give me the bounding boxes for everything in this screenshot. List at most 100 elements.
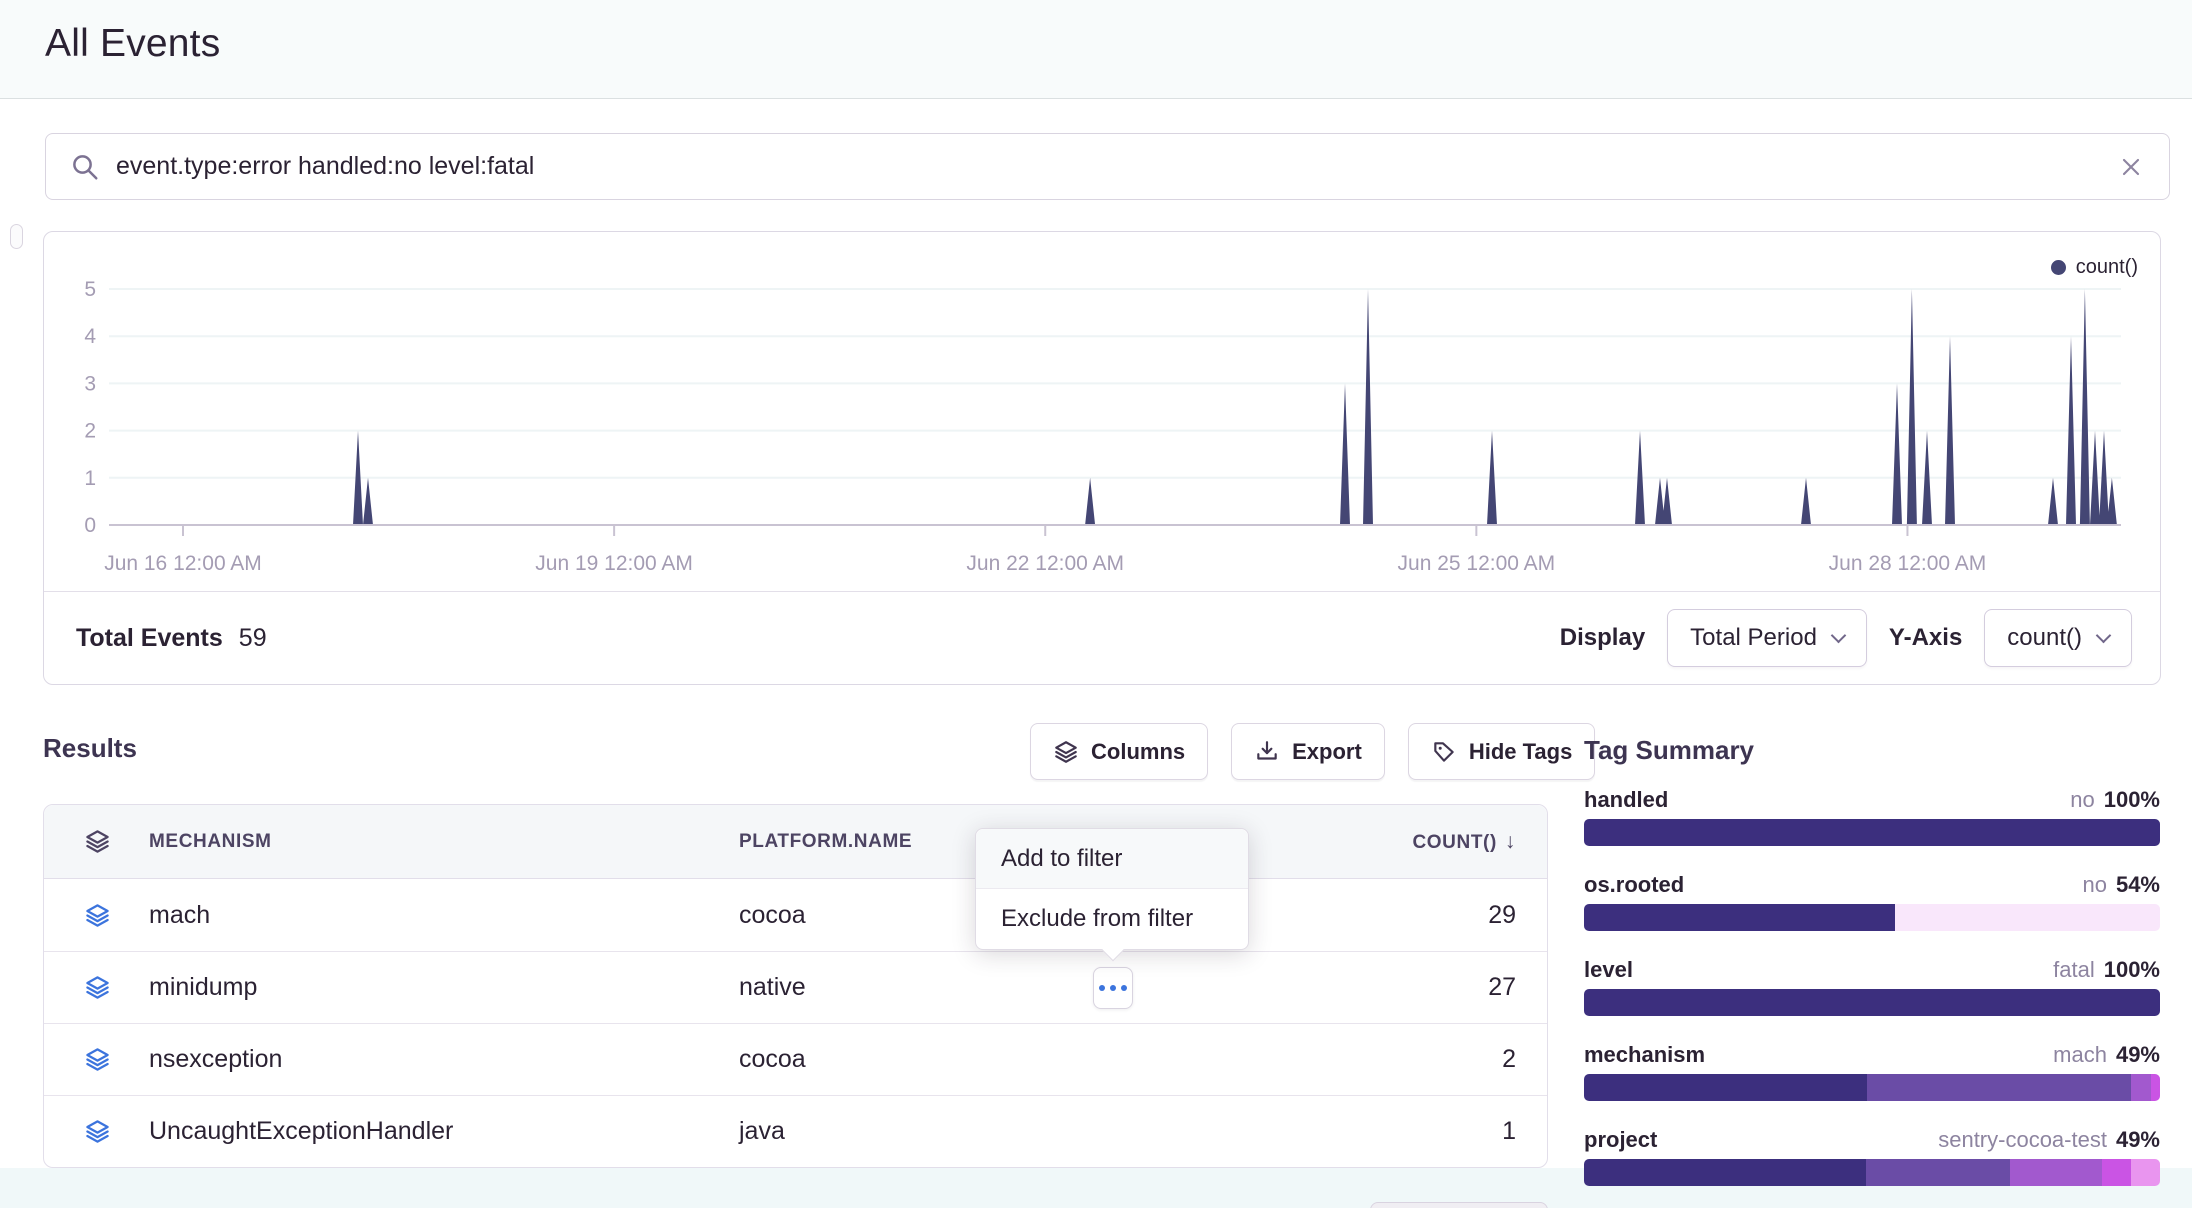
tag-top-value: no	[2070, 787, 2094, 813]
clear-search-icon[interactable]	[2117, 153, 2145, 181]
tag-name: mechanism	[1584, 1042, 1705, 1068]
table-row: UncaughtExceptionHandler java 1	[44, 1095, 1547, 1167]
svg-text:1: 1	[84, 467, 96, 490]
tag-top-percent: 100%	[2104, 787, 2160, 813]
ellipsis-icon	[1099, 985, 1105, 991]
cell-count: 1	[1139, 1117, 1547, 1146]
display-dropdown[interactable]: Total Period	[1667, 609, 1867, 667]
cell-platform: cocoa	[739, 1045, 1139, 1074]
cell-count: 2	[1139, 1045, 1547, 1074]
total-events-label: Total Events	[76, 624, 223, 653]
tag-distribution-bar[interactable]	[1584, 989, 2160, 1016]
sort-descending-icon: ↓	[1505, 830, 1516, 853]
tag-distribution-bar[interactable]	[1584, 1159, 2160, 1186]
chevron-down-icon	[2096, 627, 2112, 643]
svg-text:Jun 22 12:00 AM: Jun 22 12:00 AM	[966, 552, 1124, 575]
results-table-header: MECHANISM PLATFORM.NAME COUNT()↓	[44, 805, 1547, 879]
svg-text:5: 5	[84, 278, 96, 301]
svg-text:Jun 25 12:00 AM: Jun 25 12:00 AM	[1398, 552, 1556, 575]
tag-name: project	[1584, 1127, 1657, 1153]
tag-name: os.rooted	[1584, 872, 1684, 898]
tag-row-project: project sentry-cocoa-test 49%	[1584, 1127, 2160, 1186]
tag-name: handled	[1584, 787, 1668, 813]
search-bar	[45, 133, 2170, 200]
cell-actions-button[interactable]	[1093, 967, 1133, 1009]
results-table: MECHANISM PLATFORM.NAME COUNT()↓ mach co…	[43, 804, 1548, 1168]
tag-top-percent: 100%	[2104, 957, 2160, 983]
svg-text:2: 2	[84, 420, 96, 443]
svg-text:Jun 19 12:00 AM: Jun 19 12:00 AM	[535, 552, 693, 575]
legend-series-dot-icon	[2051, 260, 2066, 275]
cell-actions-menu: Add to filter Exclude from filter	[975, 828, 1249, 950]
tag-row-mechanism: mechanism mach 49%	[1584, 1042, 2160, 1101]
all-events-page: All Events 0 1 2 3 4 5 Jun 16 12:00 AM Jun 19 1…	[0, 0, 2192, 1208]
download-icon	[1254, 739, 1280, 765]
tag-row-level: level fatal 100%	[1584, 957, 2160, 1016]
hide-tags-button-label: Hide Tags	[1469, 739, 1573, 765]
tag-top-percent: 54%	[2116, 872, 2160, 898]
search-input[interactable]	[116, 152, 2117, 181]
events-time-series-chart[interactable]: 0 1 2 3 4 5 Jun 16 12:00 AM Jun 19 12:00 AM Jun …	[44, 232, 2160, 582]
columns-button-label: Columns	[1091, 739, 1185, 765]
export-button[interactable]: Export	[1231, 723, 1385, 780]
tag-row-handled: handled no 100%	[1584, 787, 2160, 846]
search-icon	[70, 152, 100, 182]
svg-text:0: 0	[84, 514, 96, 537]
total-events-value: 59	[239, 624, 267, 653]
cell-mechanism: UncaughtExceptionHandler	[149, 1117, 739, 1146]
header-stack-icon[interactable]	[44, 828, 149, 855]
row-stack-icon[interactable]	[44, 1118, 149, 1145]
events-chart-panel: 0 1 2 3 4 5 Jun 16 12:00 AM Jun 19 12:00 AM Jun …	[43, 231, 2161, 685]
row-stack-icon[interactable]	[44, 974, 149, 1001]
page-header: All Events	[0, 0, 2192, 99]
tag-distribution-bar[interactable]	[1584, 1074, 2160, 1101]
yaxis-dropdown-value: count()	[2007, 624, 2082, 652]
page-title: All Events	[45, 22, 220, 66]
chart-legend[interactable]: count()	[2051, 256, 2138, 279]
row-stack-icon[interactable]	[44, 902, 149, 929]
tag-top-value: no	[2082, 872, 2106, 898]
column-header-mechanism[interactable]: MECHANISM	[149, 831, 739, 853]
export-button-label: Export	[1292, 739, 1362, 765]
tag-summary-heading: Tag Summary	[1584, 735, 2160, 766]
chevron-down-icon	[1831, 627, 1847, 643]
cell-mechanism: mach	[149, 901, 739, 930]
chart-footer: Total Events 59 Display Total Period Y-A…	[44, 591, 2160, 684]
hide-tags-button[interactable]: Hide Tags	[1408, 723, 1596, 780]
tag-top-value: mach	[2053, 1042, 2107, 1068]
row-stack-icon[interactable]	[44, 1046, 149, 1073]
svg-text:Jun 16 12:00 AM: Jun 16 12:00 AM	[104, 552, 262, 575]
table-row: mach cocoa 29	[44, 879, 1547, 951]
svg-text:Jun 28 12:00 AM: Jun 28 12:00 AM	[1829, 552, 1987, 575]
tag-top-percent: 49%	[2116, 1042, 2160, 1068]
legend-series-label: count()	[2076, 256, 2138, 279]
display-dropdown-value: Total Period	[1690, 624, 1817, 652]
tag-top-value: sentry-cocoa-test	[1938, 1127, 2107, 1153]
cell-platform: java	[739, 1117, 1139, 1146]
yaxis-label: Y-Axis	[1889, 624, 1962, 652]
pagination-buttons-partial[interactable]	[1370, 1202, 1548, 1208]
tag-row-os-rooted: os.rooted no 54%	[1584, 872, 2160, 931]
panel-drag-handle[interactable]	[10, 224, 23, 249]
tag-top-value: fatal	[2053, 957, 2095, 983]
columns-button[interactable]: Columns	[1030, 723, 1208, 780]
cell-platform: native	[739, 973, 1139, 1002]
svg-text:3: 3	[84, 372, 96, 395]
chart-controls: Display Total Period Y-Axis count()	[1560, 609, 2132, 667]
results-heading: Results	[43, 733, 137, 764]
cell-count: 27	[1139, 973, 1547, 1002]
cell-mechanism: minidump	[149, 973, 739, 1002]
tag-top-percent: 49%	[2116, 1127, 2160, 1153]
tag-icon	[1431, 739, 1457, 765]
display-label: Display	[1560, 624, 1645, 652]
tag-name: level	[1584, 957, 1633, 983]
svg-text:4: 4	[84, 325, 96, 348]
stack-icon	[1053, 739, 1079, 765]
tag-distribution-bar[interactable]	[1584, 819, 2160, 846]
total-events: Total Events 59	[76, 624, 267, 653]
tag-distribution-bar[interactable]	[1584, 904, 2160, 931]
yaxis-dropdown[interactable]: count()	[1984, 609, 2132, 667]
tag-summary: Tag Summary handled no 100% os.rooted no…	[1584, 735, 2160, 1208]
results-toolbar: Columns Export Hide Tags	[1030, 723, 1595, 780]
menu-item-add-to-filter[interactable]: Add to filter	[976, 829, 1248, 889]
